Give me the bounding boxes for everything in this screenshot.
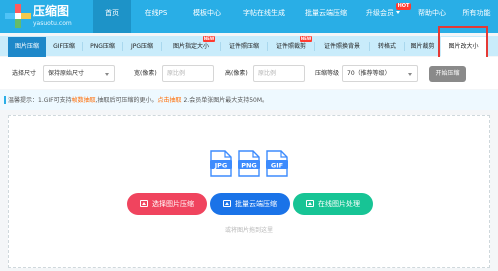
nav-label: 所有功能	[462, 9, 491, 17]
cloud-upload-icon	[223, 200, 231, 207]
nav-item-help[interactable]: 帮助中心	[409, 0, 455, 33]
size-select[interactable]: 保持原始尺寸	[43, 65, 115, 82]
tab-id-photo-compress[interactable]: 证件照压缩	[221, 37, 267, 57]
jpg-file-icon: JPG	[210, 150, 232, 177]
tab-label: 图片压缩	[14, 43, 39, 50]
tab-label: 证件照压缩	[228, 43, 259, 50]
tab-image-crop[interactable]: 图片裁剪	[405, 37, 440, 57]
main-nav: 首页 在线PS 模板中心 字帖在线生成 批量云端压缩 升级会员 HOT 帮助中心…	[93, 0, 498, 33]
tip-suffix: 2.会员单张图片最大支持50M。	[181, 97, 269, 104]
quality-select[interactable]: 70（推荐等级）	[342, 65, 418, 82]
image-icon	[140, 200, 148, 207]
brand-domain: yasuotu.com	[33, 20, 72, 27]
nav-label: 在线PS	[144, 9, 168, 17]
png-label: PNG	[241, 161, 257, 169]
quality-label: 压缩等级	[315, 70, 340, 77]
tab-label: 证件照裁剪	[275, 43, 306, 50]
tab-label: 图片改大小	[448, 43, 479, 50]
nav-item-copybook[interactable]: 字帖在线生成	[233, 0, 295, 33]
chevron-down-icon	[408, 73, 412, 76]
click-extract-link[interactable]: 点击抽取	[158, 97, 182, 104]
tab-label: 转格式	[377, 43, 396, 50]
brand-name: 压缩图	[33, 4, 70, 18]
online-process-label: 在线图片处理	[318, 200, 360, 208]
tip-prefix: 温馨提示：1.GIF可支持	[8, 97, 72, 104]
top-navigation-bar: 压缩图 yasuotu.com 首页 在线PS 模板中心 字帖在线生成 批量云端…	[0, 0, 498, 33]
tab-jpg-compress[interactable]: JPG压缩	[123, 37, 161, 57]
size-label: 选择尺寸	[12, 70, 37, 77]
quality-select-value: 70（推荐等级）	[347, 70, 391, 77]
width-placeholder: 原比例	[167, 70, 186, 77]
tab-id-photo-background[interactable]: 证件照换背景	[315, 37, 369, 57]
tip-text: 温馨提示：1.GIF可支持帧数抽取,抽取后可压缩的更小。点击抽取 2.会员单张图…	[8, 96, 268, 106]
png-file-icon: PNG	[238, 150, 260, 177]
nav-label: 帮助中心	[418, 9, 446, 17]
gif-file-icon: GIF	[266, 150, 288, 177]
width-label: 宽(像素)	[134, 70, 157, 77]
logo[interactable]: 压缩图 yasuotu.com	[5, 3, 90, 30]
height-label: 高(像素)	[225, 70, 248, 77]
batch-cloud-label: 批量云端压缩	[235, 200, 277, 208]
tab-image-resize[interactable]: 图片改大小	[441, 37, 486, 57]
nav-label: 升级会员	[366, 9, 394, 17]
image-edit-icon	[306, 200, 314, 207]
tab-label: PNG压缩	[90, 43, 115, 50]
nav-item-batch-cloud[interactable]: 批量云端压缩	[295, 0, 357, 33]
gif-label: GIF	[271, 161, 283, 169]
nav-label: 批量云端压缩	[305, 9, 347, 17]
height-placeholder: 原比例	[258, 70, 277, 77]
nav-item-home[interactable]: 首页	[93, 0, 131, 33]
tab-label: 证件照换背景	[323, 43, 360, 50]
tab-label: GIF压缩	[53, 43, 75, 50]
jpg-label: JPG	[214, 161, 228, 169]
tab-label: 图片裁剪	[410, 43, 435, 50]
online-image-process-button[interactable]: 在线图片处理	[293, 193, 373, 215]
chevron-down-icon	[105, 73, 109, 76]
tab-gif-compress[interactable]: GIF压缩	[46, 37, 82, 57]
tab-png-compress[interactable]: PNG压缩	[83, 37, 122, 57]
new-badge: NEW	[300, 36, 312, 42]
tab-label: JPG压缩	[130, 43, 154, 50]
size-select-value: 保持原始尺寸	[48, 70, 85, 77]
tip-marker	[4, 96, 6, 104]
nav-label: 首页	[105, 9, 119, 17]
tool-tabs: 图片压缩 GIF压缩 PNG压缩 JPG压缩 图片指定大小 NEW 证件照压缩 …	[0, 36, 498, 57]
tip-middle: ,抽取后可压缩的更小。	[95, 97, 158, 104]
upload-drop-zone[interactable]: JPG PNG GIF 选择图片压缩 批量云端压缩 在线图片处理 或将图片拖到这…	[8, 115, 490, 268]
start-compress-button[interactable]: 开始压缩	[429, 66, 466, 82]
nav-item-all-features[interactable]: 所有功能	[455, 0, 498, 33]
tab-convert-format[interactable]: 转格式	[370, 37, 404, 57]
nav-label: 模板中心	[193, 9, 221, 17]
frame-extract-link[interactable]: 帧数抽取	[72, 97, 96, 104]
nav-label: 字帖在线生成	[243, 9, 285, 17]
chevron-down-icon	[396, 11, 400, 14]
nav-item-online-ps[interactable]: 在线PS	[131, 0, 181, 33]
width-input[interactable]: 原比例	[162, 65, 214, 82]
select-image-label: 选择图片压缩	[152, 200, 194, 208]
batch-cloud-compress-button[interactable]: 批量云端压缩	[210, 193, 290, 215]
logo-icon	[5, 4, 31, 28]
height-input[interactable]: 原比例	[253, 65, 305, 82]
tab-image-compress[interactable]: 图片压缩	[8, 37, 46, 57]
new-badge: NEW	[203, 36, 215, 42]
compress-settings: 选择尺寸 保持原始尺寸 宽(像素) 原比例 高(像素) 原比例 压缩等级 70（…	[0, 57, 498, 89]
nav-item-templates[interactable]: 模板中心	[181, 0, 233, 33]
select-image-compress-button[interactable]: 选择图片压缩	[127, 193, 207, 215]
drag-hint: 或将图片拖到这里	[224, 227, 273, 234]
tab-label: 图片指定大小	[172, 43, 209, 50]
tip-bar: 温馨提示：1.GIF可支持帧数抽取,抽取后可压缩的更小。点击抽取 2.会员单张图…	[0, 90, 498, 110]
